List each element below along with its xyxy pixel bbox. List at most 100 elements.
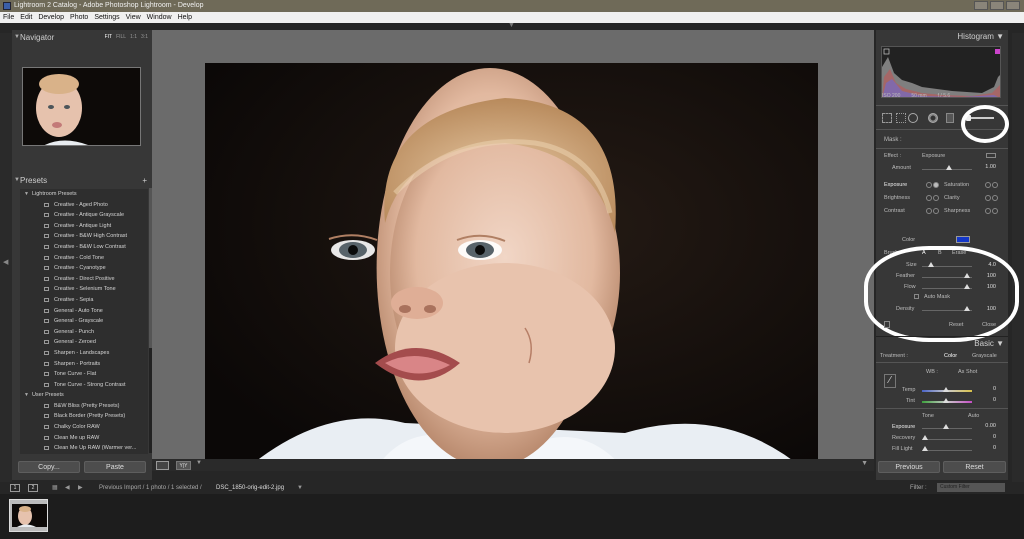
preset-item[interactable]: Creative - Antique Light — [20, 221, 148, 232]
copy-button[interactable]: Copy... — [18, 461, 80, 473]
toolbar-menu-icon[interactable]: ▼ — [861, 460, 868, 467]
treatment-color[interactable]: Color — [944, 353, 957, 359]
toggle-saturation[interactable]: Saturation — [944, 182, 969, 188]
brush-close-button[interactable]: Close — [982, 322, 996, 328]
saturation-plus-icon[interactable] — [992, 182, 998, 188]
red-eye-icon[interactable] — [928, 113, 938, 123]
temp-slider-thumb[interactable] — [943, 387, 949, 392]
left-panel-edge[interactable]: ◀ — [0, 33, 12, 503]
filllight-slider[interactable] — [922, 450, 972, 451]
add-preset-icon[interactable]: + — [142, 173, 147, 188]
graduated-filter-icon[interactable] — [946, 113, 954, 123]
sharpness-minus-icon[interactable] — [985, 208, 991, 214]
amount-slider-thumb[interactable] — [946, 165, 952, 170]
reset-button[interactable]: Reset — [943, 461, 1006, 473]
histogram-header[interactable]: Histogram ▼ — [876, 30, 1008, 44]
preset-item[interactable]: General - Grayscale — [20, 316, 148, 327]
toolbar-dropdown-icon[interactable]: ▼ — [196, 460, 202, 466]
spot-removal-icon[interactable] — [908, 113, 918, 123]
toggle-brightness[interactable]: Brightness — [884, 195, 910, 201]
toggle-clarity[interactable]: Clarity — [944, 195, 960, 201]
filllight-slider-thumb[interactable] — [922, 446, 928, 451]
preset-item[interactable]: Creative - Cold Tone — [20, 253, 148, 264]
panel-switch-icon[interactable] — [884, 321, 890, 328]
filmstrip-thumbnail[interactable] — [9, 499, 48, 532]
clarity-plus-icon[interactable] — [992, 195, 998, 201]
menu-settings[interactable]: Settings — [91, 12, 122, 23]
clarity-minus-icon[interactable] — [985, 195, 991, 201]
filllight-value[interactable]: 0 — [974, 445, 996, 451]
collapse-left-icon[interactable]: ◀ — [3, 258, 8, 266]
amount-value[interactable]: 1.00 — [974, 164, 996, 170]
exposure-plus-icon[interactable] — [933, 182, 939, 188]
presets-header[interactable]: ▼ Presets + — [12, 173, 152, 188]
filename[interactable]: DSC_1850-orig-edit-2.jpg — [216, 482, 284, 494]
preset-item[interactable]: Black Border (Pretty Presets) — [20, 411, 148, 422]
brightness-minus-icon[interactable] — [926, 195, 932, 201]
forward-arrow-icon[interactable]: ▶ — [78, 482, 83, 494]
back-arrow-icon[interactable]: ◀ — [65, 482, 70, 494]
recovery-value[interactable]: 0 — [974, 434, 996, 440]
preset-item[interactable]: Creative - Selenium Tone — [20, 284, 148, 295]
preset-item[interactable]: Sharpen - Portraits — [20, 359, 148, 370]
preset-item[interactable]: B&W Bliss (Pretty Presets) — [20, 401, 148, 412]
tint-slider-thumb[interactable] — [943, 398, 949, 403]
wb-select[interactable]: As Shot — [958, 369, 977, 375]
preset-item[interactable]: Creative - Cyanotype — [20, 263, 148, 274]
previous-button[interactable]: Previous — [878, 461, 940, 473]
contrast-minus-icon[interactable] — [926, 208, 932, 214]
toggle-sharpness[interactable]: Sharpness — [944, 208, 970, 214]
recovery-slider-thumb[interactable] — [922, 435, 928, 440]
preset-item[interactable]: Tone Curve - Strong Contrast — [20, 380, 148, 391]
preset-item[interactable]: Creative - Direct Positive — [20, 274, 148, 285]
exposure-slider-thumb[interactable] — [943, 424, 949, 429]
menu-develop[interactable]: Develop — [35, 12, 67, 23]
exposure-value[interactable]: 0.00 — [974, 423, 996, 429]
preset-item[interactable]: Creative - Aged Photo — [20, 200, 148, 211]
exposure-minus-icon[interactable] — [926, 182, 932, 188]
brush-reset-button[interactable]: Reset — [949, 322, 963, 328]
preset-item[interactable]: Creative - B&W Low Contrast — [20, 242, 148, 253]
temp-value[interactable]: 0 — [974, 386, 996, 392]
preset-item[interactable]: Creative - B&W High Contrast — [20, 231, 148, 242]
crop-tool-icon[interactable] — [896, 113, 906, 123]
baby-photo[interactable] — [205, 63, 818, 470]
preset-item[interactable]: Clean Me Up RAW (Warmer ver... — [20, 443, 148, 454]
preset-item[interactable]: Chalky Color RAW — [20, 422, 148, 433]
effect-select[interactable]: Exposure — [922, 153, 945, 159]
zoom-fill[interactable]: FILL — [116, 34, 126, 40]
contrast-plus-icon[interactable] — [933, 208, 939, 214]
preset-item[interactable]: General - Zeroed — [20, 337, 148, 348]
top-panel-toggle-icon[interactable]: ▼ — [508, 22, 515, 29]
filename-dropdown-icon[interactable]: ▼ — [297, 482, 303, 494]
menu-file[interactable]: File — [0, 12, 17, 23]
sharpness-plus-icon[interactable] — [992, 208, 998, 214]
grid-view-icon[interactable]: ▦ — [52, 482, 58, 494]
loupe-view-icon[interactable] — [156, 461, 169, 470]
close-window-button[interactable] — [1006, 1, 1020, 10]
brightness-plus-icon[interactable] — [933, 195, 939, 201]
window-1-button[interactable]: 1 — [10, 484, 20, 492]
tint-value[interactable]: 0 — [974, 397, 996, 403]
preset-item[interactable]: Sharpen - Landscapes — [20, 348, 148, 359]
preset-item[interactable]: General - Punch — [20, 327, 148, 338]
zoom-fit[interactable]: FIT — [105, 34, 113, 40]
before-after-view-icon[interactable]: Y|Y — [176, 461, 191, 470]
maximize-button[interactable] — [990, 1, 1004, 10]
white-balance-eyedropper-icon[interactable]: ⁄ — [884, 374, 896, 388]
basic-header[interactable]: Basic ▼ — [876, 336, 1008, 349]
preset-item[interactable]: Creative - Sepia — [20, 295, 148, 306]
preset-item[interactable]: Creative - Antique Grayscale — [20, 210, 148, 221]
paste-button[interactable]: Paste — [84, 461, 146, 473]
preset-item[interactable]: Clean Me up RAW — [20, 433, 148, 444]
grid-overlay-icon[interactable] — [882, 113, 892, 123]
treatment-grayscale[interactable]: Grayscale — [972, 353, 997, 359]
preset-group-user[interactable]: ▼ User Presets — [20, 390, 148, 401]
preset-item[interactable]: Tone Curve - Flat — [20, 369, 148, 380]
recovery-slider[interactable] — [922, 439, 972, 440]
menu-view[interactable]: View — [123, 12, 144, 23]
color-swatch[interactable] — [956, 236, 970, 243]
toggle-contrast[interactable]: Contrast — [884, 208, 905, 214]
menu-photo[interactable]: Photo — [67, 12, 91, 23]
menu-window[interactable]: Window — [144, 12, 175, 23]
